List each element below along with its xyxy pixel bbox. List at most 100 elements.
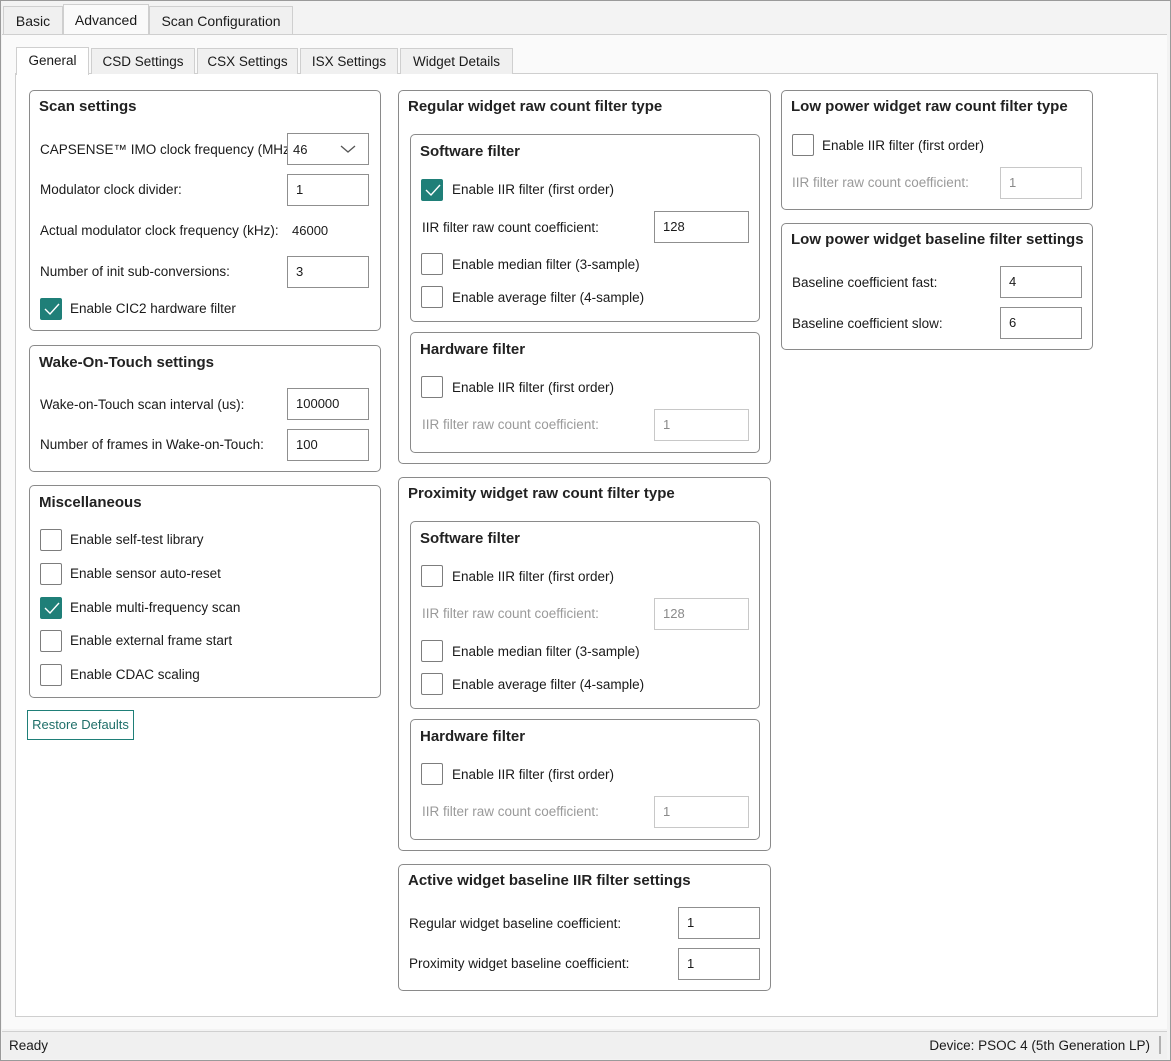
tab-widget-details[interactable]: Widget Details — [400, 48, 513, 74]
cic2-filter-checkbox[interactable] — [40, 298, 62, 320]
tab-basic[interactable]: Basic — [3, 6, 63, 34]
cdac-scaling-checkbox[interactable] — [40, 664, 62, 686]
regular-hw-iir-label: Enable IIR filter (first order) — [452, 380, 615, 395]
wot-interval-label: Wake-on-Touch scan interval (us): — [40, 397, 245, 412]
regular-sw-coef-label: IIR filter raw count coefficient: — [422, 220, 599, 235]
proximity-hw-title: Hardware filter — [420, 728, 526, 745]
regular-hw-title: Hardware filter — [420, 341, 526, 358]
lp-coef-input[interactable]: 1 — [1000, 167, 1082, 199]
proximity-software-filter-group: Software filter Enable IIR filter (first… — [410, 521, 760, 709]
modulator-divider-input[interactable]: 1 — [287, 174, 369, 206]
lp-raw-filter-group: Low power widget raw count filter type E… — [781, 90, 1093, 210]
wot-frames-input[interactable]: 100 — [287, 429, 369, 461]
lp-iir-label: Enable IIR filter (first order) — [822, 138, 985, 153]
imo-frequency-label: CAPSENSE™ IMO clock frequency (MHz): — [40, 142, 299, 157]
init-subconversions-input[interactable]: 3 — [287, 256, 369, 288]
scan-settings-title: Scan settings — [39, 98, 137, 115]
wot-interval-input[interactable]: 100000 — [287, 388, 369, 420]
proximity-hardware-filter-group: Hardware filter Enable IIR filter (first… — [410, 719, 760, 840]
proximity-hw-coef-label: IIR filter raw count coefficient: — [422, 804, 599, 819]
auto-reset-checkbox[interactable] — [40, 563, 62, 585]
wot-frames-label: Number of frames in Wake-on-Touch: — [40, 437, 264, 452]
regular-baseline-label: Regular widget baseline coefficient: — [409, 916, 622, 931]
regular-median-checkbox[interactable] — [421, 253, 443, 275]
device-label: Device: PSOC 4 (5th Generation LP) — [929, 1038, 1150, 1053]
regular-filter-group: Regular widget raw count filter type Sof… — [398, 90, 771, 464]
tab-csd-settings[interactable]: CSD Settings — [91, 48, 195, 74]
check-icon — [44, 602, 60, 615]
proximity-hw-iir-label: Enable IIR filter (first order) — [452, 767, 615, 782]
proximity-baseline-input[interactable]: 1 — [678, 948, 760, 980]
regular-baseline-input[interactable]: 1 — [678, 907, 760, 939]
regular-sw-coef-input[interactable]: 128 — [654, 211, 749, 243]
wake-on-touch-group: Wake-On-Touch settings Wake-on-Touch sca… — [29, 345, 381, 472]
check-icon — [425, 184, 441, 197]
init-subconversions-label: Number of init sub-conversions: — [40, 264, 230, 279]
proximity-average-label: Enable average filter (4-sample) — [452, 677, 645, 692]
imo-frequency-value: 46 — [293, 142, 308, 157]
regular-sw-iir-label: Enable IIR filter (first order) — [452, 182, 615, 197]
misc-title: Miscellaneous — [39, 494, 142, 511]
multi-frequency-label: Enable multi-frequency scan — [70, 600, 241, 615]
proximity-sw-coef-label: IIR filter raw count coefficient: — [422, 606, 599, 621]
proximity-sw-coef-input[interactable]: 128 — [654, 598, 749, 630]
regular-median-label: Enable median filter (3-sample) — [452, 257, 640, 272]
proximity-sw-iir-checkbox[interactable] — [421, 565, 443, 587]
miscellaneous-group: Miscellaneous Enable self-test library E… — [29, 485, 381, 698]
proximity-baseline-label: Proximity widget baseline coefficient: — [409, 956, 630, 971]
proximity-filter-group: Proximity widget raw count filter type S… — [398, 477, 771, 851]
proximity-median-checkbox[interactable] — [421, 640, 443, 662]
lp-baseline-group: Low power widget baseline filter setting… — [781, 223, 1093, 350]
lp-fast-label: Baseline coefficient fast: — [792, 275, 938, 290]
lp-slow-label: Baseline coefficient slow: — [792, 316, 943, 331]
restore-defaults-button[interactable]: Restore Defaults — [27, 710, 134, 740]
tab-general[interactable]: General — [16, 47, 89, 75]
proximity-sw-iir-label: Enable IIR filter (first order) — [452, 569, 615, 584]
proximity-median-label: Enable median filter (3-sample) — [452, 644, 640, 659]
resize-grip-icon[interactable] — [1159, 1036, 1161, 1054]
proximity-sw-title: Software filter — [420, 530, 521, 547]
multi-frequency-checkbox[interactable] — [40, 597, 62, 619]
lp-slow-input[interactable]: 6 — [1000, 307, 1082, 339]
auto-reset-label: Enable sensor auto-reset — [70, 566, 221, 581]
regular-sw-iir-checkbox[interactable] — [421, 179, 443, 201]
scan-settings-group: Scan settings CAPSENSE™ IMO clock freque… — [29, 90, 381, 331]
self-test-label: Enable self-test library — [70, 532, 204, 547]
regular-hw-coef-input[interactable]: 1 — [654, 409, 749, 441]
proximity-hw-iir-checkbox[interactable] — [421, 763, 443, 785]
lp-raw-title: Low power widget raw count filter type — [791, 98, 1068, 115]
status-bar: Ready Device: PSOC 4 (5th Generation LP) — [2, 1031, 1167, 1059]
cdac-scaling-label: Enable CDAC scaling — [70, 667, 200, 682]
tab-advanced[interactable]: Advanced — [63, 4, 149, 35]
tab-csx-settings[interactable]: CSX Settings — [197, 48, 298, 74]
regular-average-label: Enable average filter (4-sample) — [452, 290, 645, 305]
lp-fast-input[interactable]: 4 — [1000, 266, 1082, 298]
proximity-filter-title: Proximity widget raw count filter type — [408, 485, 675, 502]
regular-hw-coef-label: IIR filter raw count coefficient: — [422, 417, 599, 432]
lp-baseline-title: Low power widget baseline filter setting… — [791, 231, 1084, 248]
lp-coef-label: IIR filter raw count coefficient: — [792, 175, 969, 190]
regular-hw-iir-checkbox[interactable] — [421, 376, 443, 398]
proximity-hw-coef-input[interactable]: 1 — [654, 796, 749, 828]
actual-modulator-value: 46000 — [292, 223, 329, 238]
proximity-average-checkbox[interactable] — [421, 673, 443, 695]
tab-isx-settings[interactable]: ISX Settings — [300, 48, 398, 74]
external-frame-checkbox[interactable] — [40, 630, 62, 652]
tab-scan-configuration[interactable]: Scan Configuration — [149, 6, 293, 34]
chevron-down-icon — [340, 145, 356, 153]
active-baseline-group: Active widget baseline IIR filter settin… — [398, 864, 771, 991]
imo-frequency-dropdown[interactable]: 46 — [287, 133, 369, 165]
actual-modulator-label: Actual modulator clock frequency (kHz): — [40, 223, 279, 238]
lp-iir-checkbox[interactable] — [792, 134, 814, 156]
regular-hardware-filter-group: Hardware filter Enable IIR filter (first… — [410, 332, 760, 453]
regular-filter-title: Regular widget raw count filter type — [408, 98, 663, 115]
status-text: Ready — [9, 1038, 49, 1053]
check-icon — [44, 303, 60, 316]
regular-average-checkbox[interactable] — [421, 286, 443, 308]
regular-sw-title: Software filter — [420, 143, 521, 160]
external-frame-label: Enable external frame start — [70, 633, 233, 648]
active-baseline-title: Active widget baseline IIR filter settin… — [408, 872, 691, 889]
cic2-filter-label: Enable CIC2 hardware filter — [70, 301, 236, 316]
self-test-checkbox[interactable] — [40, 529, 62, 551]
wot-title: Wake-On-Touch settings — [39, 354, 215, 371]
